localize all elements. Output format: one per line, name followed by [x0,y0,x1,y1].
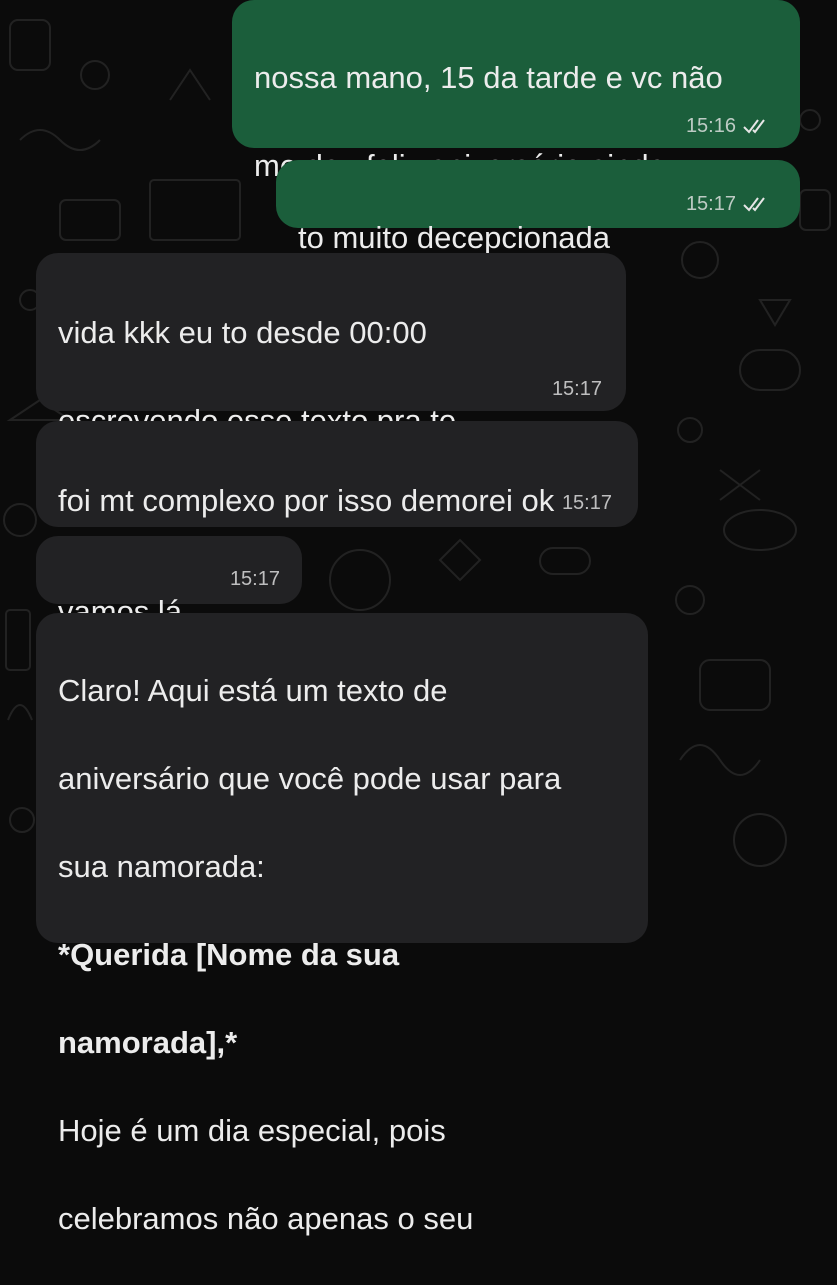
message-meta: 15:16 [686,114,772,138]
message-time: 15:16 [685,115,736,137]
message-time: 15:17 [551,378,602,400]
incoming-message[interactable]: vamos lá 15:17 [36,536,302,629]
message-text: aniversário que você pode usar para [58,761,562,796]
message-time: 15:17 [685,193,736,215]
message-meta: 15:17 [230,567,280,591]
message-time: 15:17 [229,568,280,590]
message-text: Hoje é um dia especial, pois [58,1113,446,1148]
message-meta: 15:17 [686,192,772,216]
message-text: nossa mano, 15 da tarde e vc não [254,60,723,95]
message-text: celebramos não apenas o seu [58,1201,474,1236]
message-time: 15:17 [561,492,612,514]
double-check-icon [742,116,772,136]
incoming-message[interactable]: Claro! Aqui está um texto de aniversário… [36,613,648,1236]
message-text: foi mt complexo por isso demorei ok [58,483,555,518]
chat-messages[interactable]: nossa mano, 15 da tarde e vc não me deu … [0,0,837,1236]
message-meta: 15:17 [562,491,612,515]
message-text: sua namorada: [58,849,265,884]
incoming-message[interactable]: foi mt complexo por isso demorei ok 15:1… [36,421,638,527]
outgoing-message[interactable]: nossa mano, 15 da tarde e vc não me deu … [232,0,800,183]
double-check-icon [742,194,772,214]
message-text: to muito decepcionada [298,220,610,255]
message-text-bold: *Querida [Nome da sua [58,937,400,972]
incoming-message[interactable]: vida kkk eu to desde 00:00 escrevendo es… [36,253,626,526]
message-text-bold: namorada],* [58,1025,238,1060]
outgoing-message[interactable]: to muito decepcionada 15:17 [276,160,800,255]
message-text: Claro! Aqui está um texto de [58,673,448,708]
message-text: vida kkk eu to desde 00:00 [58,315,427,350]
message-meta: 15:17 [552,377,602,401]
